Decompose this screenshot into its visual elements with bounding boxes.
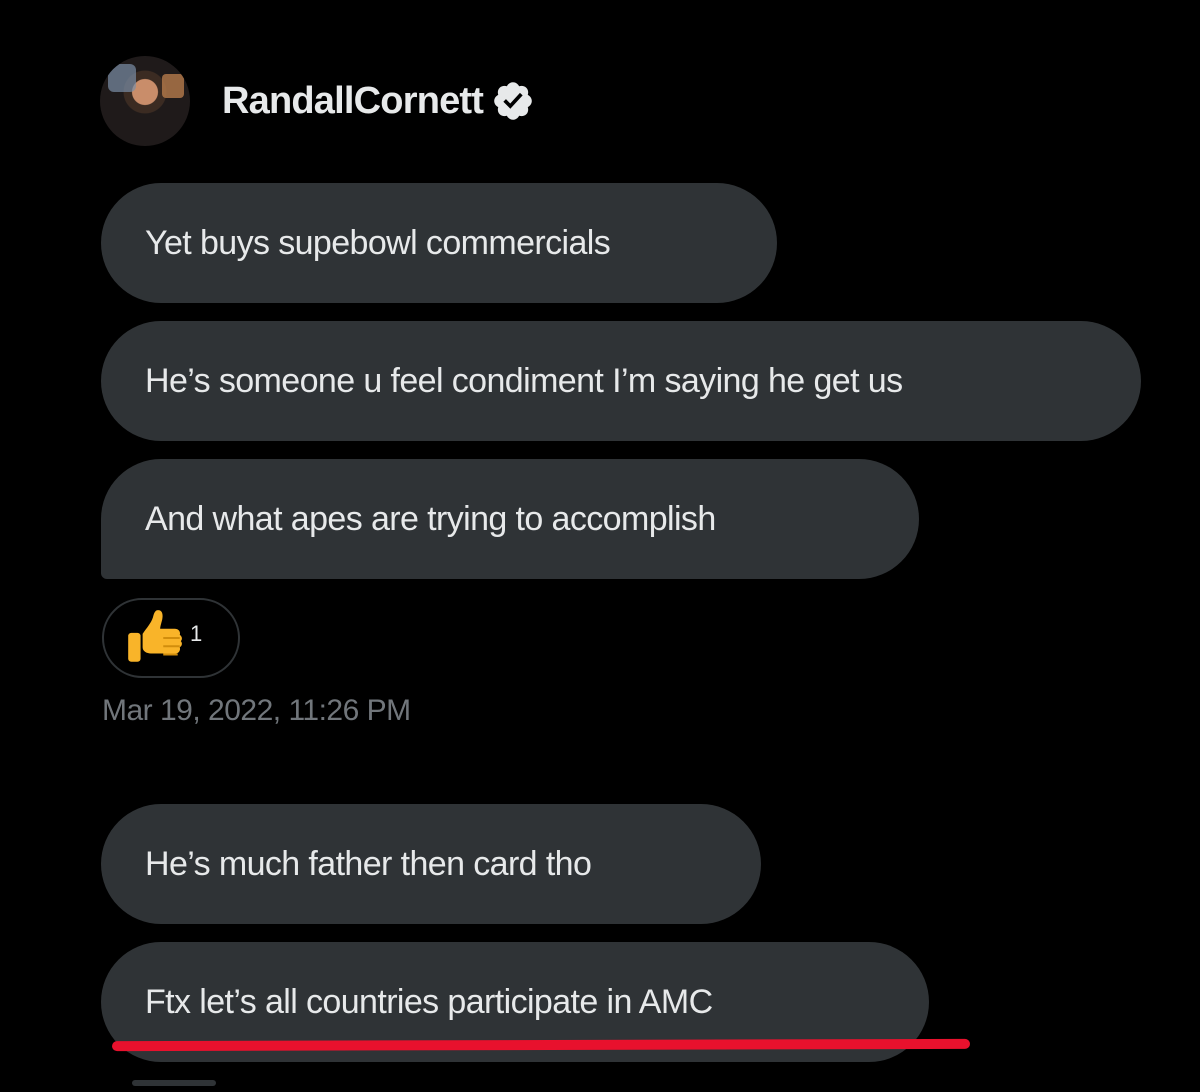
thumbs-up-icon [128,610,182,662]
message-text: He’s someone u feel condiment I’m saying… [145,361,903,400]
message-bubble[interactable]: He’s someone u feel condiment I’m saying… [101,321,1141,441]
message-text: Ftx let’s all countries participate in A… [145,982,713,1021]
message-bubble[interactable]: Yet buys supebowl commercials [101,183,777,303]
reaction-pill[interactable]: 1 [102,598,240,678]
verified-badge-icon [494,82,532,120]
message-bubble[interactable]: He’s much father then card tho [101,804,761,924]
conversation-header: RandallCornett [100,55,535,147]
message-text: Yet buys supebowl commercials [145,223,611,262]
message-bubble[interactable]: And what apes are trying to accomplish [101,459,919,579]
reaction-count: 1 [190,621,203,646]
next-message-edge [132,1080,216,1086]
message-text: He’s much father then card tho [145,844,592,883]
user-avatar[interactable] [100,56,190,146]
message-text: And what apes are trying to accomplish [145,499,716,538]
username[interactable]: RandallCornett [222,80,484,123]
message-timestamp: Mar 19, 2022, 11:26 PM [102,694,411,727]
